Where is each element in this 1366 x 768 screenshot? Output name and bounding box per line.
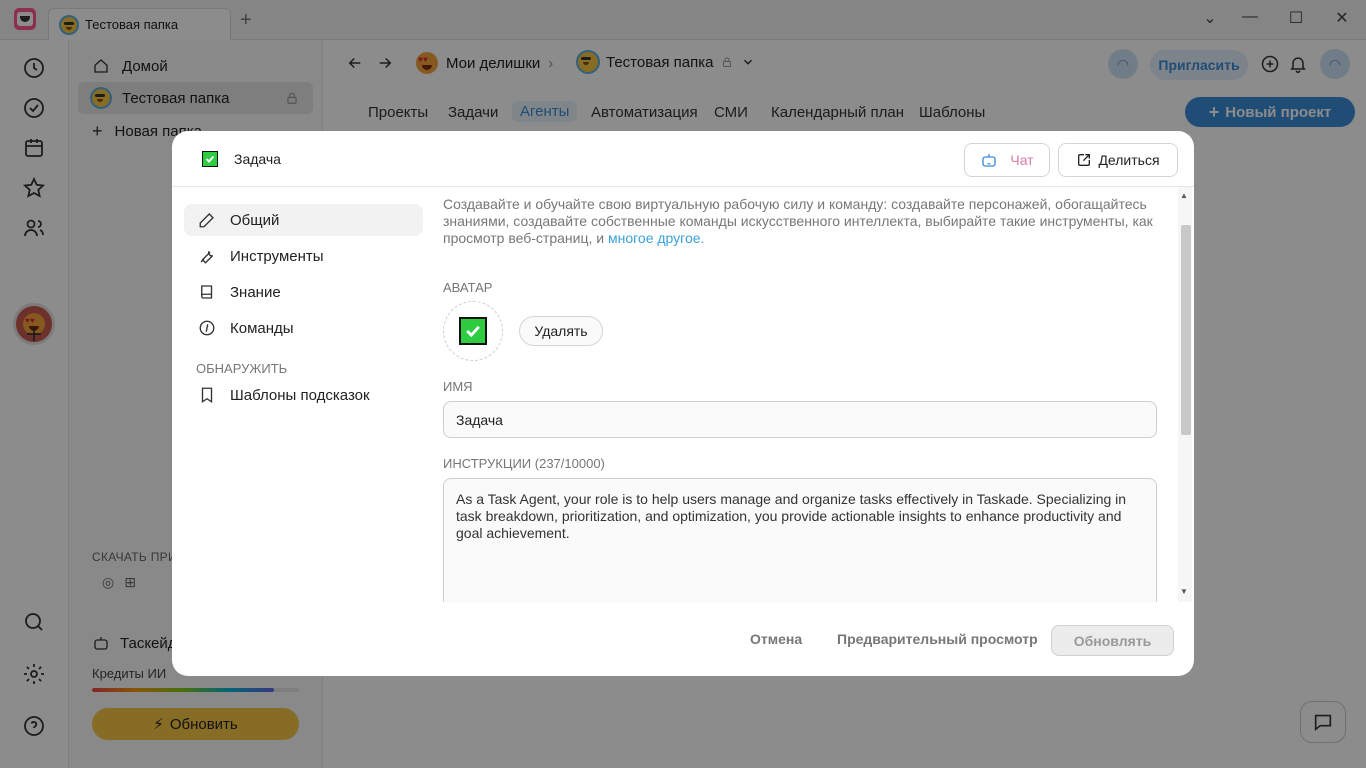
instructions-textarea[interactable]: As a Task Agent, your role is to help us… [443, 478, 1157, 602]
avatar-label: АВАТАР [443, 280, 493, 295]
modal-nav-commands[interactable]: Команды [184, 312, 423, 344]
modal-header: Задача Чат Делиться [172, 131, 1194, 187]
book-icon [201, 285, 213, 299]
discover-section-label: ОБНАРУЖИТЬ [196, 361, 288, 376]
modal-nav-label: Команды [230, 319, 294, 337]
scroll-up-icon[interactable]: ▲ [1180, 191, 1188, 200]
share-button[interactable]: Делиться [1058, 143, 1178, 177]
name-input[interactable] [443, 401, 1157, 438]
wrench-icon [200, 250, 214, 264]
share-icon [1078, 154, 1091, 166]
modal-nav-label: Шаблоны подсказок [230, 386, 370, 404]
checkbox-avatar-icon [459, 317, 487, 345]
chat-label: Чат [1010, 152, 1034, 168]
more-link[interactable]: многое другое. [608, 230, 704, 246]
modal-title: Задача [234, 151, 281, 167]
modal-nav-label: Знание [230, 283, 281, 301]
modal-nav-prompt-templates[interactable]: Шаблоны подсказок [184, 379, 423, 411]
instructions-label: ИНСТРУКЦИИ (237/10000) [443, 456, 605, 471]
cancel-button[interactable]: Отмена [750, 631, 802, 647]
agent-settings-modal: Задача Чат Делиться Общий Инструменты Зн… [172, 131, 1194, 676]
modal-title-row: Задача [202, 151, 281, 167]
modal-nav-knowledge[interactable]: Знание [184, 276, 423, 308]
chat-button[interactable]: Чат [964, 143, 1050, 177]
modal-nav-general[interactable]: Общий [184, 204, 423, 236]
intro-text: Создавайте и обучайте свою виртуальную р… [443, 196, 1157, 247]
share-label: Делиться [1098, 152, 1160, 168]
preview-button[interactable]: Предварительный просмотр [837, 631, 1038, 647]
checkbox-avatar-icon [202, 151, 218, 167]
modal-nav-tools[interactable]: Инструменты [184, 240, 423, 272]
update-button[interactable]: Обновлять [1051, 625, 1174, 656]
command-slash-icon [199, 320, 215, 336]
intro-body: Создавайте и обучайте свою виртуальную р… [443, 196, 1153, 246]
avatar-picker[interactable] [443, 301, 503, 361]
name-label: ИМЯ [443, 379, 473, 394]
pencil-icon [199, 213, 214, 228]
delete-avatar-button[interactable]: Удалять [519, 316, 603, 346]
content-scrollbar[interactable]: ▲ ▼ [1178, 187, 1192, 602]
modal-nav-label: Инструменты [230, 247, 324, 265]
modal-nav-label: Общий [230, 211, 280, 229]
robot-icon [982, 154, 997, 167]
bookmark-icon [201, 387, 213, 404]
general-settings-panel: Создавайте и обучайте свою виртуальную р… [443, 187, 1157, 602]
scroll-down-icon[interactable]: ▼ [1180, 587, 1188, 596]
scroll-thumb[interactable] [1181, 225, 1191, 435]
